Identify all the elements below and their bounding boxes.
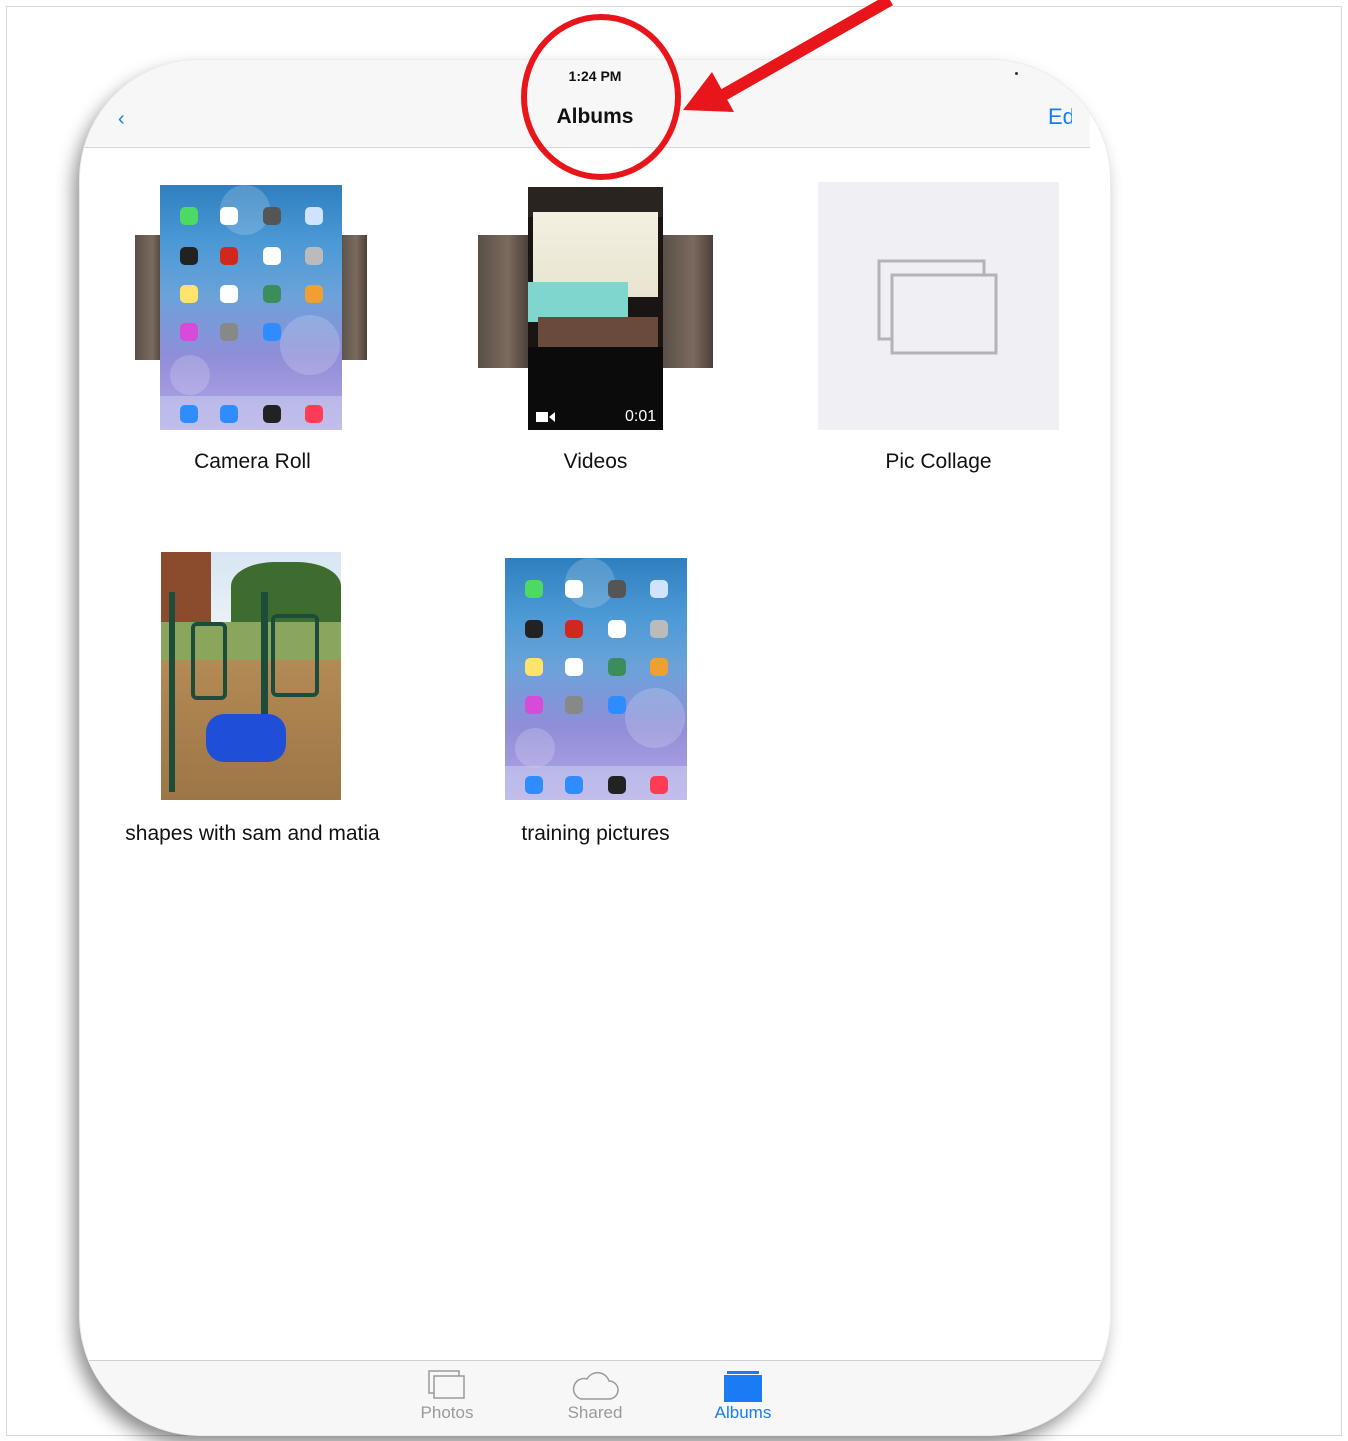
- tab-photos[interactable]: Photos: [397, 1369, 497, 1423]
- battery-indicator-icon: [1015, 72, 1018, 75]
- tab-label-photos: Photos: [420, 1403, 474, 1422]
- album-training-pictures[interactable]: training pictures: [478, 552, 718, 852]
- tab-bar: Photos Shared Albums: [80, 1360, 1110, 1435]
- status-bar-time: 1:24 PM: [568, 68, 622, 84]
- video-duration: 0:01: [625, 408, 657, 425]
- tab-label-shared: Shared: [567, 1403, 623, 1422]
- album-shapes-with-sam-and-matia[interactable]: shapes with sam and matia: [120, 552, 385, 852]
- page-title: Albums: [556, 105, 634, 128]
- edit-button[interactable]: Edit: [1048, 104, 1072, 130]
- videos-thumbnail: 0:01: [528, 187, 663, 430]
- tab-label-albums: Albums: [714, 1403, 772, 1422]
- tab-shared[interactable]: Shared: [545, 1369, 645, 1423]
- empty-album-icon: [877, 259, 998, 355]
- album-label-pic-collage: Pic Collage: [885, 450, 992, 473]
- photos-icon: [428, 1370, 465, 1399]
- albums-icon: [724, 1371, 762, 1402]
- navigation-bar: 1:24 PM ‹ Albums Edit: [80, 60, 1090, 148]
- album-label-camera-roll: Camera Roll: [194, 450, 311, 473]
- album-label-shapes-with-sam-and-matia: shapes with sam and matia: [125, 822, 380, 845]
- stack-thumbnail-right: [340, 235, 367, 360]
- training-pictures-thumbnail: [505, 558, 687, 800]
- album-pic-collage[interactable]: Pic Collage: [818, 182, 1063, 482]
- cloud-icon: [572, 1371, 619, 1400]
- album-videos[interactable]: 0:01 Videos: [478, 182, 718, 482]
- album-label-training-pictures: training pictures: [521, 822, 670, 845]
- tab-albums[interactable]: Albums: [693, 1369, 793, 1423]
- stack-thumbnail-right: [663, 235, 713, 368]
- album-label-videos: Videos: [563, 450, 628, 473]
- camera-roll-thumbnail: [160, 185, 342, 430]
- album-camera-roll[interactable]: Camera Roll: [135, 182, 370, 482]
- video-camera-icon: [536, 412, 555, 422]
- ipad-screen: 1:24 PM ‹ Albums Edit: [80, 60, 1110, 1435]
- stack-thumbnail-left: [478, 235, 528, 368]
- stack-thumbnail-left: [135, 235, 163, 360]
- shapes-with-sam-and-matia-thumbnail: [161, 552, 341, 800]
- pic-collage-placeholder: [818, 182, 1059, 430]
